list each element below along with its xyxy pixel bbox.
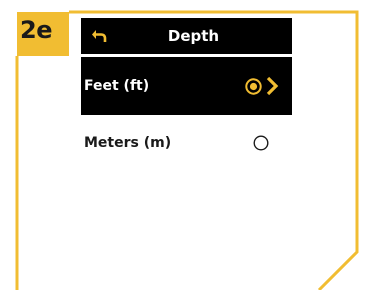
step-badge: 2e	[17, 12, 69, 56]
radio-unselected-icon[interactable]	[253, 135, 269, 151]
option-meters-label: Meters (m)	[84, 135, 172, 151]
screen-title: Depth	[167, 27, 220, 45]
option-feet[interactable]: Feet (ft)	[81, 57, 292, 115]
instruction-panel: 2e Depth Feet (ft) Meters (m)	[0, 0, 366, 290]
option-feet-label: Feet (ft)	[84, 78, 150, 94]
option-meters[interactable]: Meters (m)	[81, 115, 292, 171]
radio-selected-icon[interactable]	[245, 78, 262, 95]
chevron-right-icon	[266, 76, 279, 96]
device-screen: Depth Feet (ft) Meters (m)	[81, 12, 292, 290]
screen-header: Depth	[81, 18, 292, 54]
